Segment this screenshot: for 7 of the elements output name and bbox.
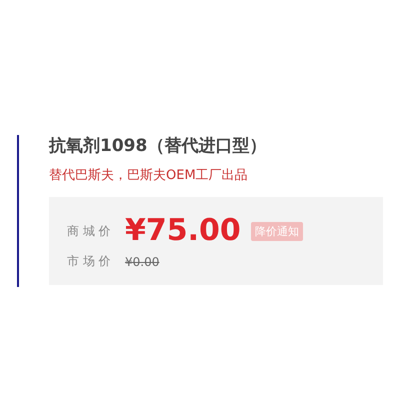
mall-price: ¥75.00	[125, 213, 241, 249]
product-title: 抗氧剂1098（替代进口型）	[49, 135, 268, 157]
mall-price-label: 商 城 价	[67, 222, 112, 240]
product-subtitle: 替代巴斯夫，巴斯夫OEM工厂出品	[49, 168, 249, 184]
price-alert-button[interactable]: 降价通知	[250, 222, 303, 240]
market-price-label: 市 场 价	[67, 253, 112, 270]
market-price: ¥0.00	[125, 254, 160, 268]
